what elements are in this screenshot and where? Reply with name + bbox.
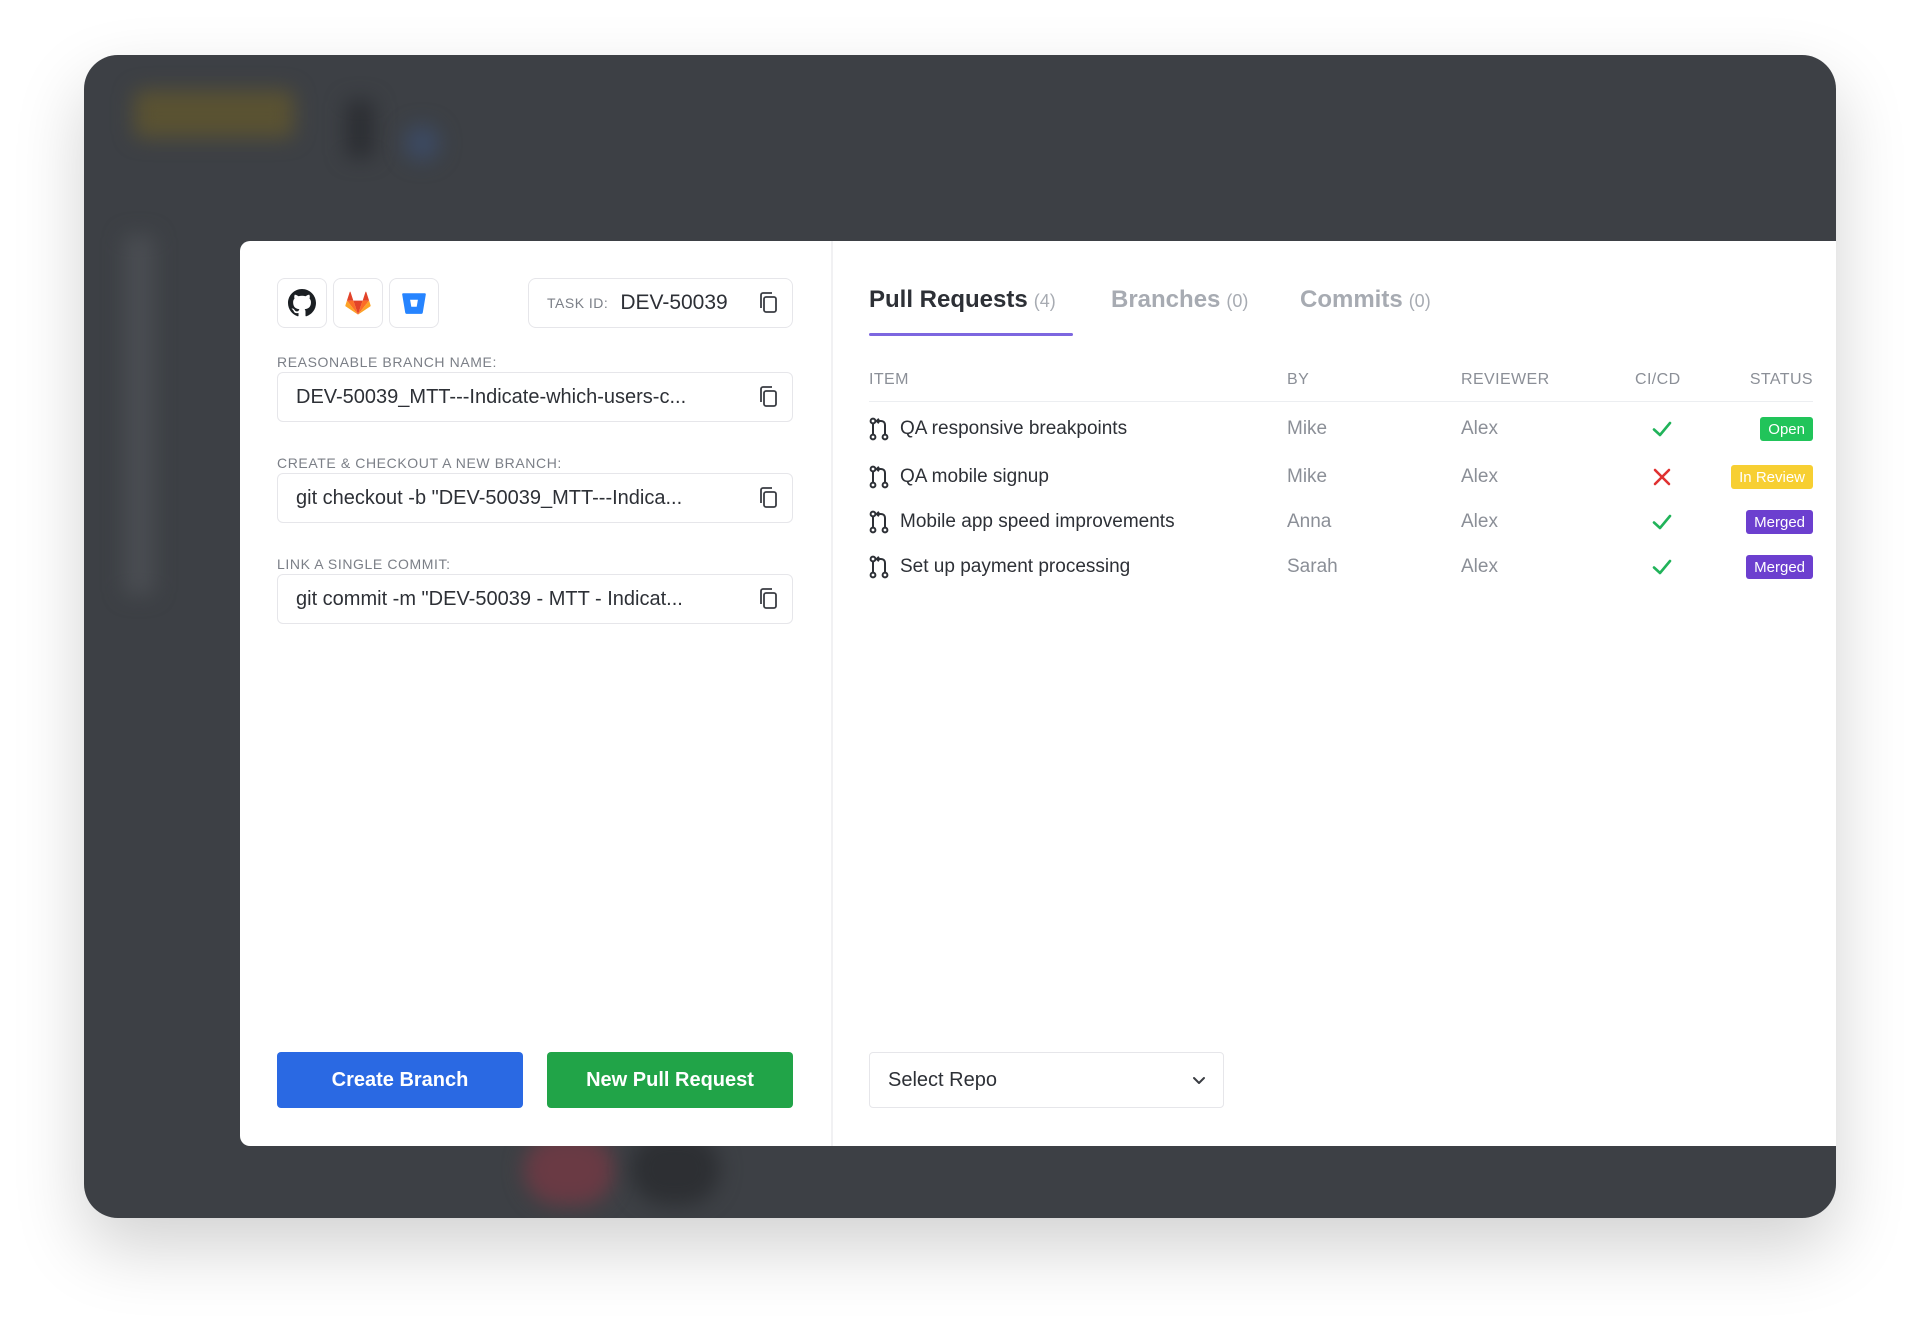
task-id-label: TASK ID:: [547, 295, 609, 311]
gitlab-icon: [345, 291, 371, 315]
tab-branches[interactable]: Branches (0): [1111, 286, 1248, 314]
copy-task-id-icon[interactable]: [758, 291, 780, 315]
table-row[interactable]: QA mobile signup Mike Alex In Review: [869, 460, 1813, 494]
column-header-status: STATUS: [1749, 371, 1813, 388]
column-header-by: BY: [1287, 371, 1310, 388]
pr-title: Mobile app speed improvements: [900, 511, 1175, 532]
tab-commits-count: (0): [1408, 291, 1431, 311]
commit-command-field[interactable]: git commit -m "DEV-50039 - MTT - Indicat…: [277, 574, 793, 624]
app-window-background: TASK ID: DEV-50039 REASONABLE BRANCH NAM…: [84, 55, 1836, 1218]
tab-pull-requests-count: (4): [1033, 291, 1056, 311]
tab-pull-requests-label: Pull Requests: [869, 286, 1028, 313]
branch-name-field[interactable]: DEV-50039_MTT---Indicate-which-users-c..…: [277, 372, 793, 422]
commit-label: LINK A SINGLE COMMIT:: [277, 556, 451, 572]
pr-author: Mike: [1287, 466, 1328, 487]
pr-reviewer: Alex: [1461, 466, 1498, 487]
panel-divider: [831, 241, 833, 1146]
checkout-label: CREATE & CHECKOUT A NEW BRANCH:: [277, 455, 562, 471]
task-id-box: TASK ID: DEV-50039: [528, 278, 793, 328]
select-repo-value: Select Repo: [888, 1068, 997, 1091]
chevron-down-icon: [1193, 1077, 1205, 1084]
ci-pass-icon: [1652, 559, 1672, 575]
pr-title: QA responsive breakpoints: [900, 418, 1128, 439]
checkout-command-field[interactable]: git checkout -b "DEV-50039_MTT---Indica.…: [277, 473, 793, 523]
status-badge: In Review: [1731, 465, 1813, 489]
pr-author: Anna: [1287, 511, 1332, 532]
pr-title: Set up payment processing: [900, 556, 1131, 577]
tab-commits[interactable]: Commits (0): [1300, 286, 1431, 314]
blurred-toolbar-item: [346, 100, 374, 158]
copy-commit-icon[interactable]: [758, 587, 780, 611]
task-id-value: DEV-50039: [620, 291, 728, 314]
column-header-item: ITEM: [869, 371, 909, 388]
copy-branch-name-icon[interactable]: [758, 385, 780, 409]
table-header-divider: [869, 401, 1813, 402]
branch-name-value: DEV-50039_MTT---Indicate-which-users-c..…: [296, 385, 687, 408]
pr-title: QA mobile signup: [900, 466, 1049, 487]
tab-branches-count: (0): [1226, 291, 1249, 311]
select-repo-dropdown[interactable]: Select Repo: [869, 1052, 1224, 1108]
blurred-avatar: [404, 125, 440, 161]
copy-checkout-icon[interactable]: [758, 486, 780, 510]
new-pull-request-button[interactable]: New Pull Request: [547, 1052, 793, 1108]
ci-fail-icon: [1653, 468, 1671, 486]
bitbucket-button[interactable]: [389, 278, 439, 328]
github-button[interactable]: [277, 278, 327, 328]
create-branch-button[interactable]: Create Branch: [277, 1052, 523, 1108]
checkout-command-value: git checkout -b "DEV-50039_MTT---Indica.…: [296, 486, 683, 509]
blurred-sidebar: [124, 235, 154, 595]
column-header-cicd: CI/CD: [1635, 371, 1681, 388]
ci-pass-icon: [1652, 421, 1672, 437]
active-tab-indicator: [869, 333, 1073, 336]
pull-request-icon: [869, 417, 889, 441]
tab-pull-requests[interactable]: Pull Requests (4): [869, 286, 1056, 314]
blurred-logo: [134, 90, 294, 138]
tab-branches-label: Branches: [1111, 286, 1221, 313]
pr-reviewer: Alex: [1461, 418, 1498, 439]
pr-reviewer: Alex: [1461, 556, 1498, 577]
status-badge: Merged: [1746, 510, 1813, 534]
github-icon: [288, 289, 316, 317]
column-header-reviewer: REVIEWER: [1461, 371, 1550, 388]
pr-author: Mike: [1287, 418, 1328, 439]
table-row[interactable]: Set up payment processing Sarah Alex Mer…: [869, 550, 1813, 584]
table-row[interactable]: QA responsive breakpoints Mike Alex Open: [869, 412, 1813, 446]
pull-request-icon: [869, 510, 889, 534]
git-integration-panel: TASK ID: DEV-50039 REASONABLE BRANCH NAM…: [240, 241, 1836, 1146]
pull-request-icon: [869, 555, 889, 579]
pr-author: Sarah: [1287, 556, 1338, 577]
pr-reviewer: Alex: [1461, 511, 1498, 532]
ci-pass-icon: [1652, 514, 1672, 530]
pull-request-icon: [869, 465, 889, 489]
status-badge: Open: [1760, 417, 1813, 441]
bitbucket-icon: [402, 293, 426, 314]
table-row[interactable]: Mobile app speed improvements Anna Alex …: [869, 505, 1813, 539]
branch-name-label: REASONABLE BRANCH NAME:: [277, 354, 497, 370]
status-badge: Merged: [1746, 555, 1813, 579]
tab-commits-label: Commits: [1300, 286, 1403, 313]
gitlab-button[interactable]: [333, 278, 383, 328]
commit-command-value: git commit -m "DEV-50039 - MTT - Indicat…: [296, 587, 683, 610]
